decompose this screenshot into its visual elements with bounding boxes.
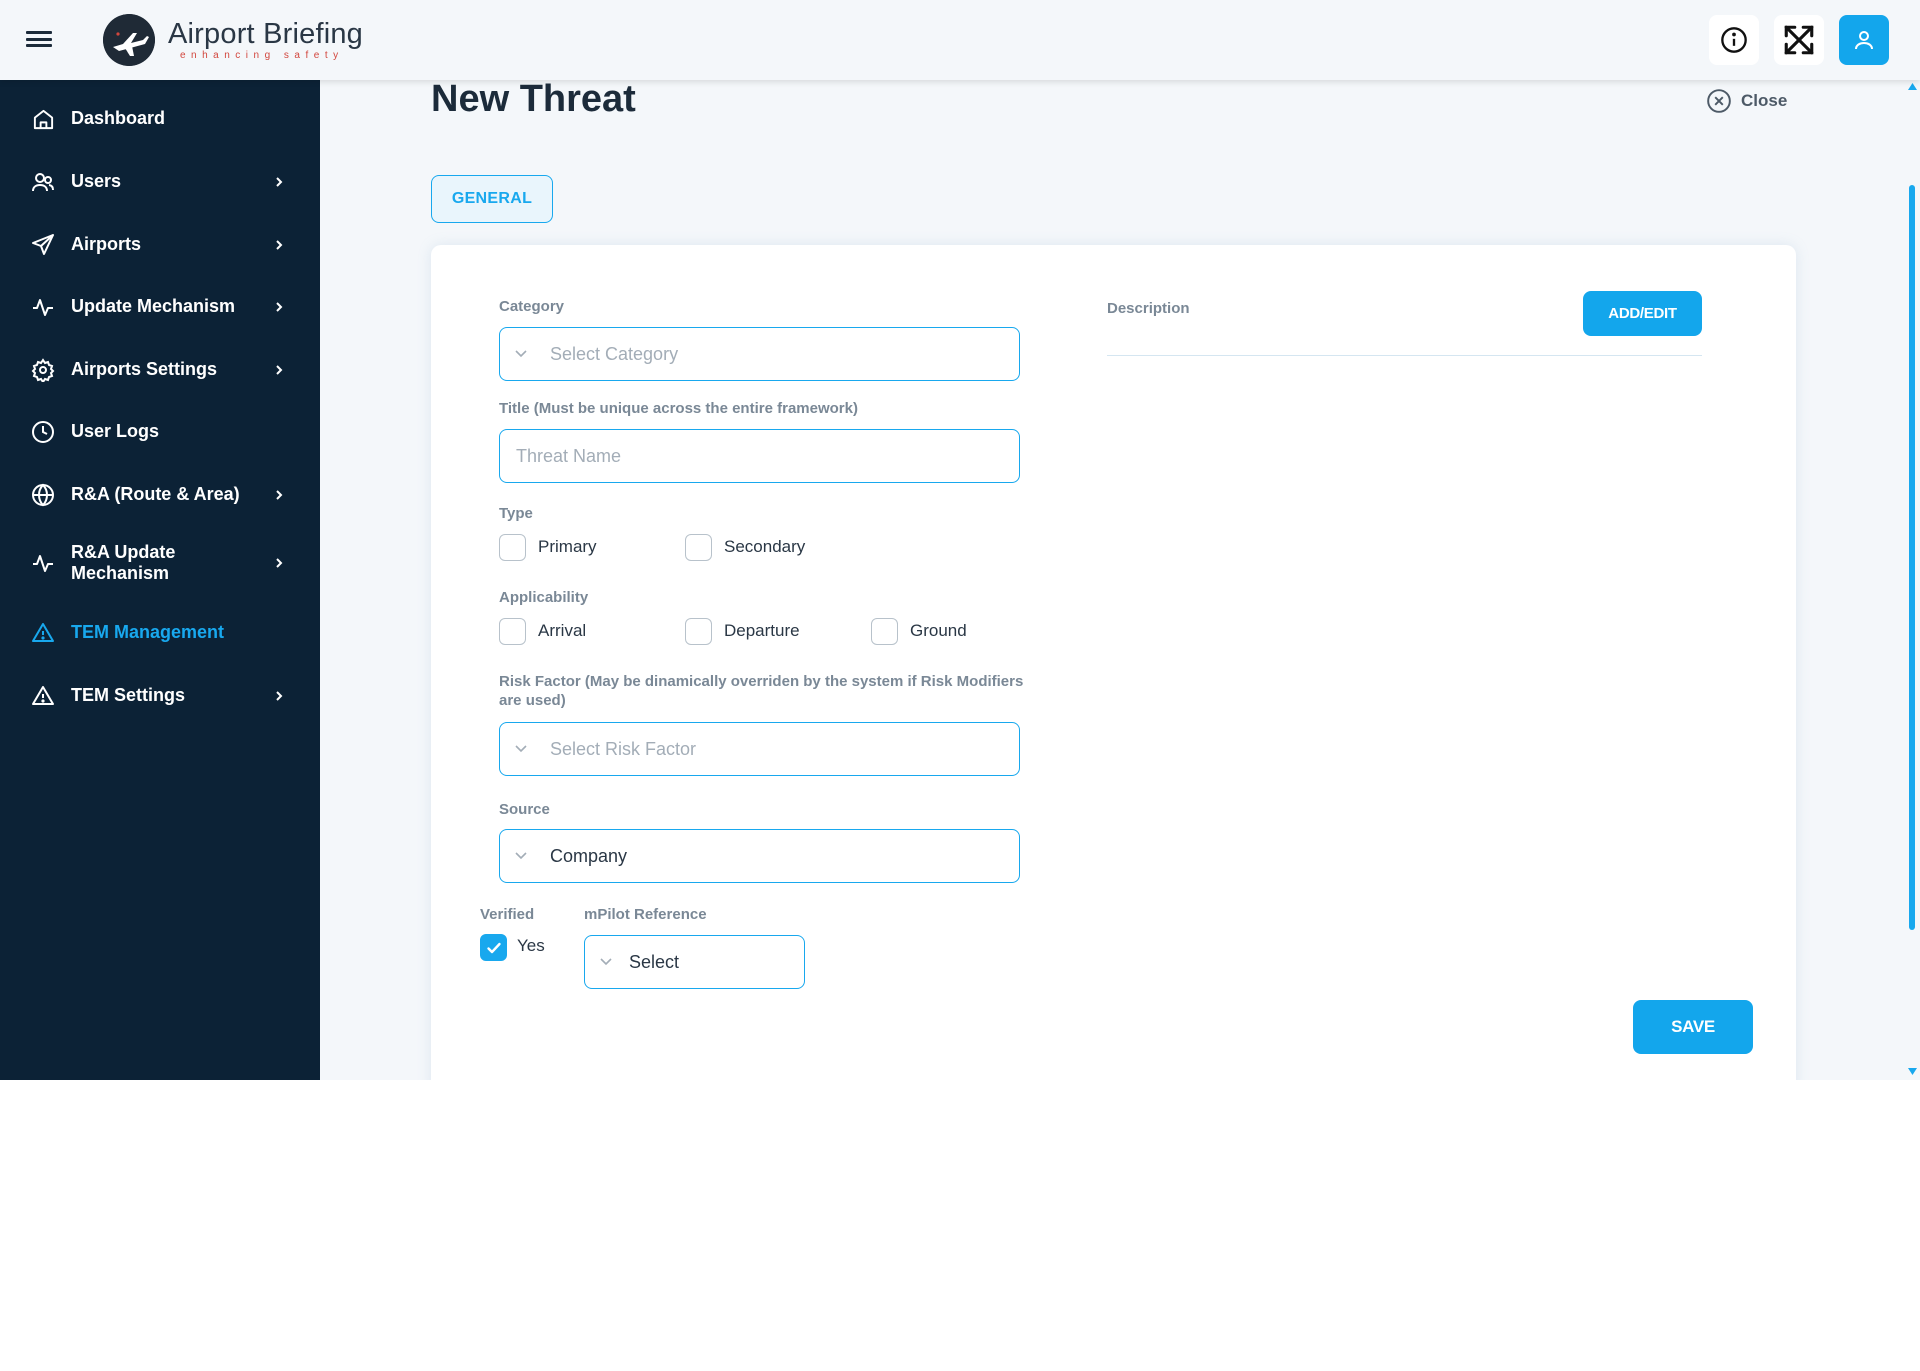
users-icon (31, 170, 55, 194)
chevron-right-icon (272, 488, 286, 502)
ground-checkbox[interactable] (871, 618, 898, 645)
clock-icon (31, 420, 55, 444)
warning-icon (31, 684, 55, 708)
checkmark-icon (486, 942, 501, 953)
sidebar: Dashboard Users Airports Update Mechanis… (0, 80, 320, 1080)
category-select[interactable]: Select Category (499, 327, 1020, 381)
verified-label: Verified (480, 906, 535, 923)
globe-icon (31, 483, 55, 507)
arrival-checkbox[interactable] (499, 618, 526, 645)
chevron-right-icon (272, 300, 286, 314)
chevron-down-icon (600, 958, 612, 966)
send-icon (31, 233, 55, 257)
source-value: Company (550, 846, 628, 866)
app-window: Airport Briefing enhancing safety Dashbo… (0, 0, 1920, 1080)
risk-factor-placeholder: Select Risk Factor (550, 739, 697, 759)
add-edit-button[interactable]: ADD/EDIT (1583, 291, 1702, 336)
chevron-down-icon (515, 745, 527, 753)
category-placeholder: Select Category (550, 344, 679, 364)
risk-factor-label: Risk Factor (May be dinamically override… (499, 673, 1024, 709)
chevron-down-icon (515, 350, 527, 358)
brand-title: Airport Briefing (168, 18, 363, 50)
category-label: Category (499, 298, 565, 315)
hamburger-menu-icon[interactable] (26, 28, 52, 50)
scroll-down-arrow-icon (1908, 1068, 1917, 1075)
info-button[interactable] (1709, 15, 1759, 65)
threat-name-placeholder: Threat Name (516, 446, 622, 466)
tab-general[interactable]: GENERAL (431, 175, 553, 223)
ground-label: Ground (910, 621, 967, 640)
departure-label: Departure (724, 621, 800, 640)
description-label: Description (1107, 300, 1190, 317)
sidebar-item-label: Airports Settings (71, 359, 218, 379)
chevron-down-icon (515, 852, 527, 860)
type-secondary-label: Secondary (724, 537, 806, 556)
close-circle-icon (1707, 89, 1731, 113)
risk-factor-select[interactable]: Select Risk Factor (499, 722, 1020, 776)
chevron-right-icon (272, 689, 286, 703)
warning-icon (31, 621, 55, 645)
close-button[interactable]: Close (1706, 88, 1787, 114)
sidebar-item-label: Update Mechanism (71, 296, 236, 316)
sidebar-item-tem-settings[interactable]: TEM Settings (0, 681, 320, 711)
sidebar-item-label: R&A Update Mechanism (71, 542, 176, 583)
page-title: New Threat (431, 78, 636, 120)
applicability-label: Applicability (499, 589, 589, 606)
sidebar-item-label: Users (71, 171, 122, 191)
home-icon (31, 107, 55, 131)
type-label: Type (499, 505, 533, 522)
source-label: Source (499, 801, 550, 818)
page-scrollbar[interactable] (1905, 80, 1920, 1080)
fullscreen-button[interactable] (1774, 15, 1824, 65)
chevron-right-icon (272, 363, 286, 377)
info-icon (1721, 27, 1747, 53)
mpilot-reference-select[interactable]: Select (584, 935, 805, 989)
sidebar-item-ra-update-mechanism[interactable]: R&A Update Mechanism (0, 540, 320, 586)
top-header: Airport Briefing enhancing safety (0, 0, 1920, 80)
type-secondary-checkbox[interactable] (685, 534, 712, 561)
sidebar-item-airports-settings[interactable]: Airports Settings (0, 355, 320, 385)
expand-icon (1784, 25, 1814, 55)
type-primary-label: Primary (538, 537, 597, 556)
source-select[interactable]: Company (499, 829, 1020, 883)
activity-icon (31, 295, 55, 319)
chevron-right-icon (272, 175, 286, 189)
sidebar-item-label: R&A (Route & Area) (71, 484, 240, 504)
sidebar-item-airports[interactable]: Airports (0, 230, 320, 260)
chevron-right-icon (272, 556, 286, 570)
sidebar-item-route-area[interactable]: R&A (Route & Area) (0, 480, 320, 510)
sidebar-item-user-logs[interactable]: User Logs (0, 417, 320, 447)
user-profile-button[interactable] (1839, 15, 1889, 65)
user-icon (1855, 31, 1873, 50)
threat-name-input[interactable]: Threat Name (499, 429, 1020, 483)
description-divider (1107, 355, 1702, 356)
type-primary-checkbox[interactable] (499, 534, 526, 561)
sidebar-item-dashboard[interactable]: Dashboard (0, 104, 320, 134)
sidebar-item-label: Dashboard (71, 108, 166, 128)
activity-icon (31, 551, 55, 575)
scroll-up-arrow-icon (1908, 83, 1917, 90)
sidebar-item-label: Airports (71, 234, 142, 254)
sidebar-item-update-mechanism[interactable]: Update Mechanism (0, 292, 320, 322)
scrollbar-thumb[interactable] (1909, 185, 1915, 930)
verified-yes-label: Yes (517, 936, 545, 955)
gear-icon (31, 358, 55, 382)
mpilot-reference-value: Select (629, 952, 680, 972)
mpilot-reference-label: mPilot Reference (584, 906, 707, 923)
brand-subtitle: enhancing safety (180, 50, 344, 61)
sidebar-item-label: TEM Management (71, 622, 225, 642)
chevron-right-icon (272, 238, 286, 252)
verified-yes-checkbox[interactable] (480, 934, 507, 961)
sidebar-item-tem-management[interactable]: TEM Management (0, 618, 320, 648)
sidebar-item-label: User Logs (71, 421, 160, 441)
departure-checkbox[interactable] (685, 618, 712, 645)
airplane-logo-icon (103, 14, 155, 66)
sidebar-item-users[interactable]: Users (0, 167, 320, 197)
title-label: Title (Must be unique across the entire … (499, 400, 858, 417)
save-button[interactable]: SAVE (1633, 1000, 1753, 1054)
close-label: Close (1741, 91, 1788, 110)
sidebar-item-label: TEM Settings (71, 685, 186, 705)
arrival-label: Arrival (538, 621, 587, 640)
